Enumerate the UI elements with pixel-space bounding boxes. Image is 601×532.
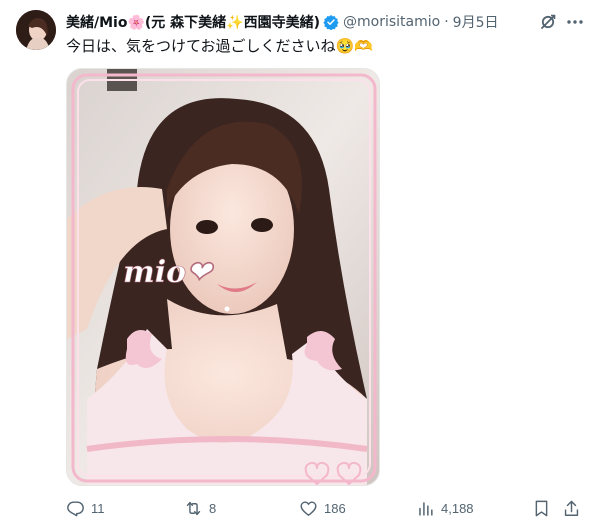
tweet-header: 美緒/Mio🌸(元 森下美緒✨西園寺美緒) @morisitamio · 9月5…	[66, 12, 498, 32]
views-count: 4,188	[441, 500, 474, 516]
like-button[interactable]: 186	[299, 496, 346, 520]
reply-count: 11	[91, 500, 105, 516]
avatar[interactable]	[16, 10, 56, 50]
share-icon	[564, 500, 579, 516]
heart-icon	[300, 500, 317, 516]
share-button[interactable]	[562, 496, 587, 520]
tweet-photo[interactable]: mio❤	[66, 68, 380, 486]
post-date[interactable]: 9月5日	[453, 12, 499, 32]
repost-button[interactable]: 8	[184, 496, 216, 520]
reply-icon	[67, 500, 84, 516]
repost-count: 8	[209, 500, 217, 516]
bookmark-button[interactable]	[532, 496, 557, 520]
bookmark-icon	[535, 500, 548, 516]
tweet-actions: 11 8 186 4,188	[66, 496, 586, 520]
separator-dot: ·	[444, 14, 449, 30]
tweet[interactable]: 美緒/Mio🌸(元 森下美緒✨西園寺美緒) @morisitamio · 9月5…	[0, 0, 601, 532]
tweet-text: 今日は、気をつけてお過ごしくださいね🥹🫶	[66, 37, 373, 55]
repost-icon	[186, 501, 201, 515]
author-handle[interactable]: @morisitamio	[343, 14, 440, 30]
image-overlay-text: mio❤	[123, 255, 214, 290]
verified-badge-icon	[323, 14, 339, 30]
reply-button[interactable]: 11	[66, 496, 105, 520]
views-chart-icon	[419, 501, 433, 516]
grok-icon[interactable]	[538, 12, 558, 32]
like-count: 186	[324, 500, 346, 516]
views-button[interactable]: 4,188	[416, 496, 474, 520]
more-icon[interactable]	[565, 12, 585, 32]
author-name[interactable]: 美緒/Mio🌸(元 森下美緒✨西園寺美緒)	[66, 12, 320, 32]
